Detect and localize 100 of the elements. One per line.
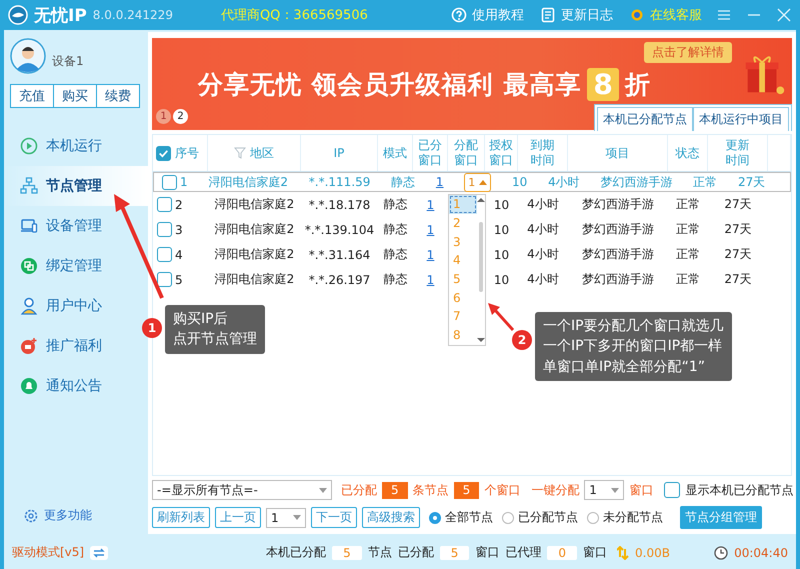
hierarchy-icon <box>20 177 38 195</box>
column-header[interactable]: 序号 <box>153 135 208 171</box>
row-checkbox[interactable] <box>157 272 172 287</box>
agent-qq-text: 代理商QQ：366569506 <box>220 7 368 24</box>
node-filter-radio[interactable]: 全部节点 <box>429 509 493 526</box>
header-link[interactable]: 更新日志 <box>540 6 613 24</box>
dropdown-option[interactable]: 3 <box>449 232 477 252</box>
panel-tab[interactable]: 本机运行中项目 <box>693 107 789 131</box>
clock-icon <box>714 546 728 560</box>
list-button[interactable]: 刷新列表 <box>152 507 210 528</box>
list-button[interactable]: 下一页 <box>311 507 357 528</box>
table-cell: 浔阳电信家庭2 <box>214 271 294 288</box>
gift-icon <box>20 337 38 355</box>
more-features-link[interactable]: 更多功能 <box>24 507 148 524</box>
list-button[interactable]: 高级搜索 <box>362 507 420 528</box>
column-header[interactable]: 项目 <box>568 135 668 171</box>
header-link[interactable]: 使用教程 <box>451 6 524 24</box>
column-header[interactable]: 状态 <box>668 135 708 171</box>
link-icon <box>20 257 38 275</box>
table-cell: 10 <box>494 272 510 286</box>
column-header[interactable]: 已分窗口 <box>413 135 448 171</box>
caret-icon <box>293 515 301 520</box>
dropdown-option[interactable]: 6 <box>449 288 477 308</box>
switch-icon[interactable] <box>90 546 108 560</box>
one-click-unit: 窗口 <box>629 482 654 498</box>
column-header[interactable]: 授权窗口 <box>485 135 518 171</box>
close-icon[interactable] <box>776 7 792 23</box>
dropdown-option[interactable]: 2 <box>449 214 477 232</box>
table-cell: 4小时 <box>527 246 559 263</box>
column-header[interactable]: 更新时间 <box>708 135 768 171</box>
assigned-window-link[interactable]: 1 <box>436 175 444 189</box>
assigned-window-link[interactable]: 1 <box>426 198 434 212</box>
status-label: 已代理 <box>505 544 542 561</box>
table-cell: *.*.26.197 <box>308 272 370 286</box>
group-manage-button[interactable]: 节点分组管理 <box>680 506 762 529</box>
status-value: 5 <box>332 546 362 560</box>
status-label: 本机已分配 <box>266 544 326 561</box>
account-button[interactable]: 购买 <box>54 85 97 107</box>
dropdown-option[interactable]: 4 <box>449 251 477 270</box>
dropdown-option[interactable]: 8 <box>449 326 477 344</box>
app-name: 无忧IP <box>34 4 87 26</box>
caret-icon <box>479 180 488 184</box>
header-link[interactable]: 在线客服 <box>629 6 702 24</box>
window-unit: 个窗口 <box>484 482 520 498</box>
timer-text: 00:04:40 <box>734 546 788 560</box>
annotation-tooltip: 购买IP后 点开节点管理 <box>165 305 265 354</box>
table-cell: *.*.139.104 <box>304 222 374 236</box>
assigned-window-link[interactable]: 1 <box>426 222 434 236</box>
node-filter-radio[interactable]: 已分配节点 <box>502 509 578 526</box>
column-header[interactable]: 分配窗口 <box>448 135 485 171</box>
row-checkbox[interactable] <box>157 197 172 212</box>
sidebar-item[interactable]: 通知公告 <box>4 366 148 406</box>
status-unit: 窗口 <box>583 544 608 561</box>
dropdown-option[interactable]: 7 <box>449 307 477 326</box>
promo-banner[interactable]: 分享无忧 领会员升级福利 最高享 8 折 点击了解详情 1 2 本机已分配节点 本机运行中项目 <box>152 38 792 130</box>
table-cell: 10 <box>494 198 510 212</box>
account-button[interactable]: 充值 <box>11 85 54 107</box>
assigned-window-link[interactable]: 1 <box>426 248 434 262</box>
table-cell: 静态 <box>391 174 416 190</box>
details-button[interactable]: 点击了解详情 <box>644 42 732 63</box>
sidebar-item[interactable]: 绑定管理 <box>4 246 148 286</box>
row-checkbox[interactable] <box>157 247 172 262</box>
dropdown-option[interactable]: 5 <box>449 270 477 288</box>
table-cell: 浔阳电信家庭2 <box>214 196 294 213</box>
promo-headline: 分享无忧 领会员升级福利 最高享 <box>198 68 582 100</box>
column-header[interactable]: 到期时间 <box>518 135 568 171</box>
table-cell: 27天 <box>738 174 766 190</box>
column-header[interactable]: 地区 <box>208 135 301 171</box>
table-cell: 静态 <box>384 246 408 263</box>
sidebar-item[interactable]: 本机运行 <box>4 126 148 166</box>
column-header[interactable]: IP <box>301 135 378 171</box>
select-all-checkbox[interactable] <box>156 146 171 160</box>
list-button[interactable]: 上一页 <box>215 507 261 528</box>
account-button[interactable]: 续费 <box>97 85 139 107</box>
page-select[interactable]: 1 <box>266 508 306 528</box>
speed-text: 0.00B <box>635 546 670 560</box>
row-checkbox[interactable] <box>162 174 177 190</box>
show-local-checkbox[interactable] <box>664 482 680 498</box>
assigned-label: 已分配 <box>341 482 377 498</box>
table-cell: 静态 <box>384 221 408 238</box>
node-filter-select[interactable]: -=显示所有节点=- <box>152 480 332 500</box>
column-header[interactable]: 模式 <box>378 135 413 171</box>
node-filter-radio[interactable]: 未分配节点 <box>587 509 663 526</box>
node-unit: 条节点 <box>412 482 449 498</box>
window-count-select[interactable]: 1 <box>464 172 492 192</box>
sidebar-item[interactable]: 设备管理 <box>4 206 148 246</box>
dropdown-option[interactable]: 1 <box>449 195 477 214</box>
filter-icon[interactable] <box>234 147 246 159</box>
one-click-select[interactable]: 1 <box>584 480 624 500</box>
caret-icon <box>611 488 620 492</box>
table-cell: 梦幻西游手游 <box>582 196 654 213</box>
speed-arrows-icon <box>617 546 630 560</box>
assigned-window-link[interactable]: 1 <box>426 272 434 286</box>
row-checkbox[interactable] <box>157 222 172 237</box>
help-icon <box>451 7 467 23</box>
carousel-page-dot[interactable]: 1 <box>156 109 171 124</box>
table-cell: 正常 <box>676 221 700 238</box>
carousel-page-dot[interactable]: 2 <box>173 109 188 124</box>
panel-tab[interactable]: 本机已分配节点 <box>597 107 693 131</box>
avatar-icon <box>10 38 46 74</box>
